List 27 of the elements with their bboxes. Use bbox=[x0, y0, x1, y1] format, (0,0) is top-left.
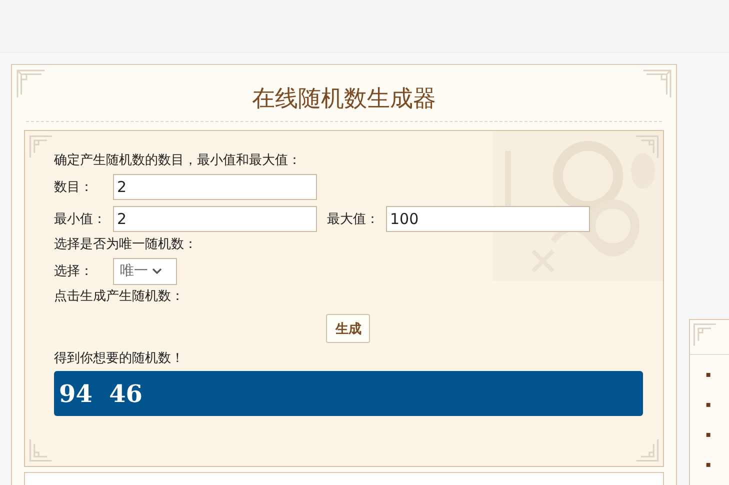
page-title: 在线随机数生成器 bbox=[252, 85, 436, 114]
corner-ornament-icon bbox=[692, 323, 717, 347]
result-label: 得到你想要的随机数！ bbox=[54, 350, 185, 368]
field-label: 最小值： bbox=[54, 211, 107, 228]
corner-ornament-icon bbox=[29, 438, 53, 462]
corner-ornament-icon bbox=[29, 135, 53, 159]
count-input[interactable]: 2 bbox=[113, 174, 317, 200]
unique-select[interactable]: 唯一 bbox=[113, 258, 177, 284]
instruction-text: 点击生成产生随机数： bbox=[54, 288, 185, 306]
corner-ornament-icon bbox=[16, 69, 46, 99]
corner-ornament-icon bbox=[642, 69, 672, 99]
chevron-down-icon bbox=[152, 268, 162, 274]
corner-ornament-icon bbox=[634, 135, 659, 159]
field-label: 选择： bbox=[54, 263, 94, 280]
generate-button[interactable]: 生成 bbox=[326, 314, 370, 343]
bullet-icon: ▪ bbox=[706, 454, 714, 475]
bullet-icon: ▪ bbox=[706, 424, 714, 445]
field-label: 数目： bbox=[54, 179, 94, 196]
max-input[interactable]: 100 bbox=[386, 206, 590, 232]
bullet-icon: ▪ bbox=[706, 394, 714, 415]
instruction-text: 选择是否为唯一随机数： bbox=[54, 236, 198, 254]
corner-ornament-icon bbox=[634, 438, 659, 462]
bullet-icon: ▪ bbox=[706, 364, 714, 385]
result-display: 94 46 bbox=[54, 371, 643, 416]
min-input[interactable]: 2 bbox=[113, 206, 317, 232]
instruction-text: 确定产生随机数的数目，最小值和最大值： bbox=[54, 152, 302, 170]
field-label: 最大值： bbox=[327, 211, 380, 228]
